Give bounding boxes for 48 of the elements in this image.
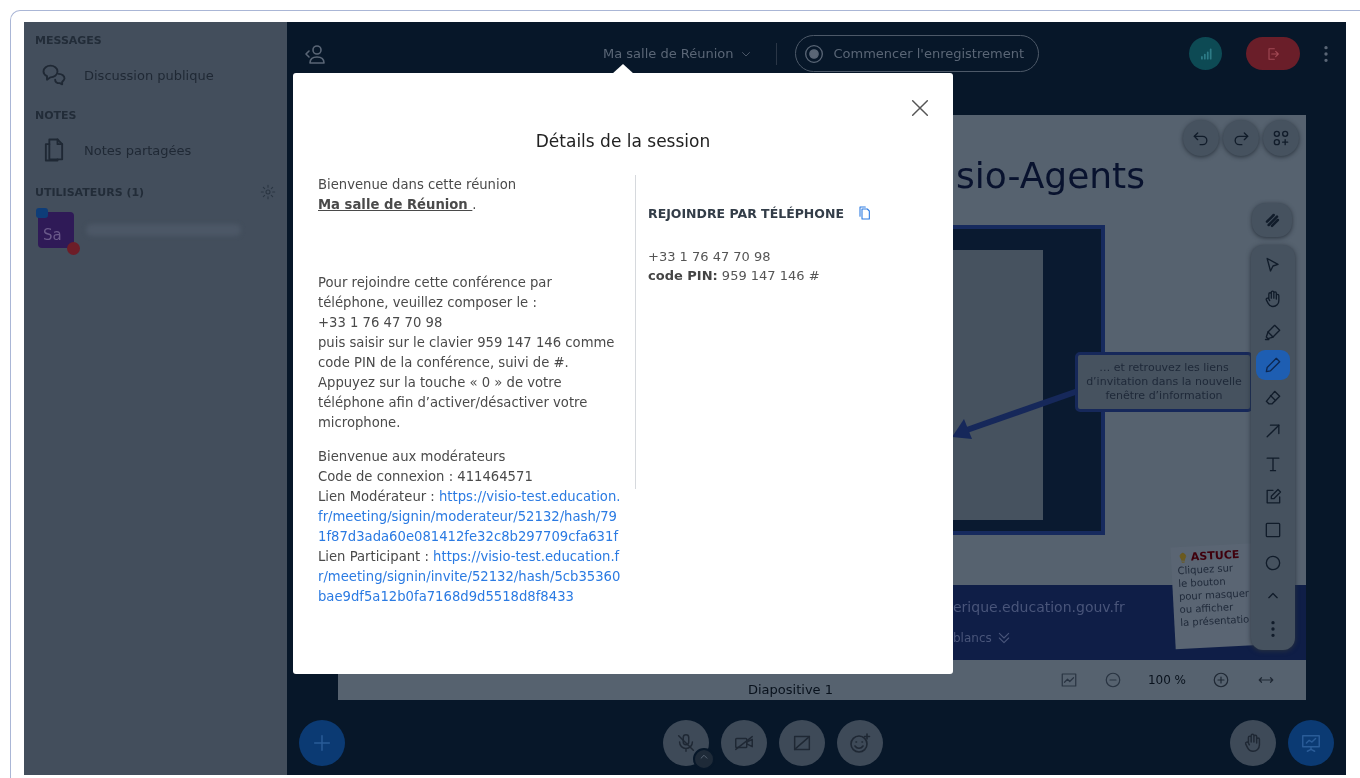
meeting-title-dropdown[interactable]: Ma salle de Réunion (597, 45, 758, 62)
zoom-out-icon[interactable] (1103, 671, 1122, 689)
dialog-title: Détails de la session (534, 131, 712, 151)
room-link[interactable]: Ma salle de Réunion (318, 197, 473, 212)
multi-user-icon (1271, 128, 1291, 148)
settings-icon[interactable] (260, 184, 276, 200)
connection-code: Code de connexion : 411464571 (318, 468, 534, 486)
redo-button[interactable] (1223, 120, 1259, 156)
pencil-icon (1263, 355, 1283, 375)
dial-in-instructions: Pour rejoindre cette conférence par téléphone, veuillez composer le : +33 1 76 47 70 98 puis saisir sur le clavier 959 147 146 comme code PIN de la conférence, suivi de #. Appuyez sur la touche « 0 » de votre téléphone afin d’activer/désactiver votre microphone. (318, 274, 616, 432)
slide-url-text: erique.education.gouv.fr (953, 599, 1125, 615)
slide-number: Diapositive 1 (748, 682, 833, 697)
whiteboard-toggle-button[interactable] (1252, 203, 1292, 237)
signal-bars-icon (1198, 46, 1213, 61)
record-icon (803, 43, 824, 64)
exit-icon (1265, 45, 1281, 62)
ellipse-icon (1263, 553, 1283, 573)
slide-link-text: blancs (953, 631, 992, 645)
chart-icon[interactable] (1059, 671, 1078, 689)
presenter-badge (36, 208, 48, 218)
leave-button[interactable] (1246, 37, 1300, 70)
tool-button[interactable] (1256, 350, 1290, 380)
welcome-text: Bienvenue dans cette réunion Ma salle de Réunion . (318, 176, 518, 214)
multi-user-button[interactable] (1263, 120, 1299, 156)
zoom-level: 100 % (1147, 673, 1186, 687)
highlighter-icon (1263, 322, 1283, 342)
undo-button[interactable] (1183, 120, 1219, 156)
moderators-heading: Bienvenue aux modérateurs (318, 448, 507, 466)
connection-status-button[interactable] (1189, 37, 1222, 70)
moderator-badge (67, 242, 80, 255)
smiley-icon (847, 730, 872, 755)
invite-link-text[interactable]: Lien Participant : https://visio-test.education.fr/meeting/signin/invite/52132/hash/5cb35360bae9df5a12b0fa7168d9d5518d8f8433 (318, 547, 625, 607)
presentation-button[interactable] (1288, 719, 1334, 766)
rectangle-icon (1263, 520, 1283, 540)
more-options-icon[interactable] (1324, 45, 1328, 62)
eraser-icon (1263, 388, 1283, 408)
zoom-in-icon[interactable] (1212, 671, 1230, 689)
raise-hand-button[interactable] (1230, 719, 1276, 766)
more-options-icon (1271, 621, 1275, 637)
slide-title: sio-Agents (956, 155, 1145, 196)
tip-heading: ASTUCE (1190, 547, 1240, 564)
phone-number: +33 1 76 47 70 98 (648, 248, 772, 266)
close-icon (909, 97, 931, 119)
user-avatar[interactable]: Sa (38, 212, 74, 248)
phone-heading: REJOINDRE PAR TÉLÉPHONE (648, 205, 844, 221)
pin-code: code PIN: 959 147 146 # (648, 267, 821, 285)
close-button[interactable] (909, 97, 931, 119)
actions-button[interactable] (299, 719, 345, 766)
